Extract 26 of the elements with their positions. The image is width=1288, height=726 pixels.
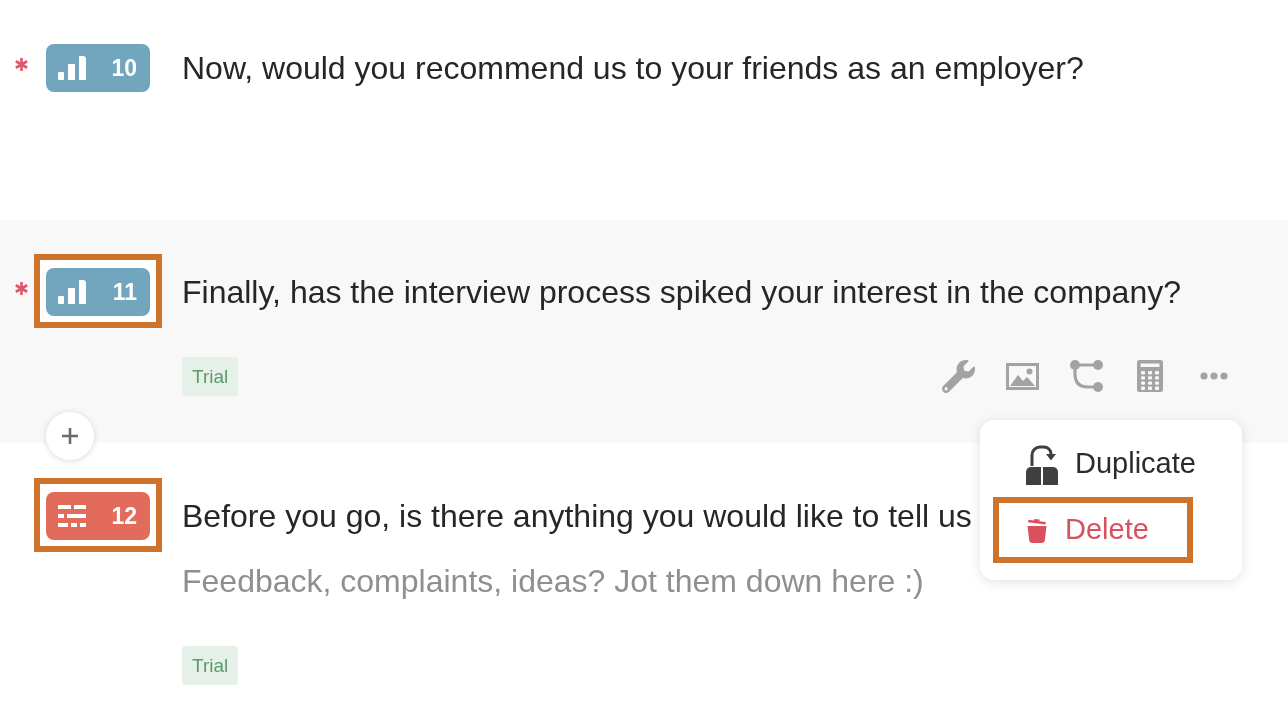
image-icon[interactable]: [1005, 362, 1039, 390]
calculator-icon[interactable]: [1137, 360, 1163, 392]
tag: Trial: [182, 356, 239, 396]
menu-item[interactable]: Duplicate: [993, 431, 1240, 497]
trash-icon: [1026, 517, 1048, 543]
duplicate-icon: [1026, 443, 1058, 485]
menu-item[interactable]: Delete: [993, 497, 1193, 563]
text-lines-icon: [58, 505, 86, 527]
question-text: Finally, has the interview process spiked your interest in the company?: [182, 273, 1181, 312]
question-number: 11: [112, 280, 137, 304]
tag: Trial: [182, 645, 239, 685]
question-text: Before you go, is there anything you would like to tell us: [182, 497, 972, 536]
bar-chart-icon: [58, 56, 86, 80]
bar-chart-icon: [58, 280, 86, 304]
plus-icon: [62, 428, 78, 444]
question-badge[interactable]: 10: [46, 44, 150, 92]
branch-icon[interactable]: [1069, 360, 1103, 392]
question-number: 10: [111, 56, 137, 80]
question-text: Now, would you recommend us to your friends as an employer?: [182, 49, 1084, 88]
question-badge[interactable]: 12: [46, 492, 150, 540]
question-description: Feedback, complaints, ideas? Jot them down here :): [182, 562, 924, 601]
wrench-icon[interactable]: [941, 359, 975, 393]
question-badge[interactable]: 11: [46, 268, 150, 316]
question-number: 12: [111, 504, 137, 528]
add-button[interactable]: [46, 412, 94, 460]
more-icon[interactable]: [1200, 372, 1228, 380]
